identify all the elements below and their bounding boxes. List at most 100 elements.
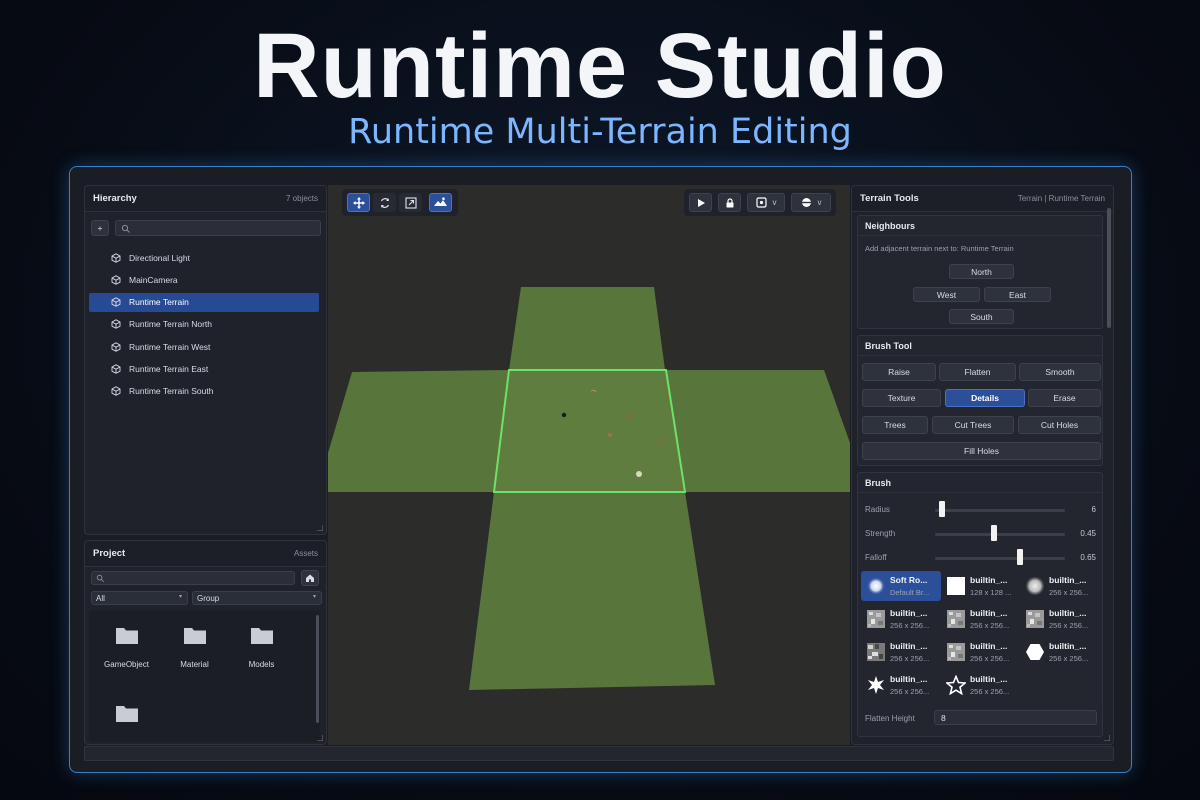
folder-item[interactable]: Models: [224, 625, 299, 669]
falloff-slider[interactable]: [935, 557, 1065, 560]
gameobject-icon: [111, 275, 121, 285]
group-filter-value: Group: [197, 594, 220, 603]
flatten-height-label: Flatten Height: [865, 714, 915, 723]
brush-noise-icon: [947, 643, 965, 661]
raise-button[interactable]: Raise: [862, 363, 936, 381]
resize-handle-icon[interactable]: [1104, 735, 1110, 741]
shading-icon: [801, 198, 811, 207]
hierarchy-item[interactable]: Runtime Terrain South: [89, 382, 319, 401]
terrain-south[interactable]: [469, 492, 715, 690]
hierarchy-item-label: Runtime Terrain East: [129, 364, 209, 374]
add-west-button[interactable]: West: [913, 287, 980, 302]
hierarchy-item[interactable]: Runtime Terrain North: [89, 315, 319, 334]
hierarchy-item[interactable]: Runtime Terrain: [89, 292, 319, 312]
brush-star-burst-icon: [868, 676, 884, 694]
hierarchy-item[interactable]: Directional Light: [89, 248, 319, 267]
erase-button[interactable]: Erase: [1028, 389, 1101, 407]
flatten-height-input[interactable]: 8: [934, 710, 1097, 725]
brush-item[interactable]: Soft Ro... Default Br...: [861, 571, 941, 601]
folder-item[interactable]: [89, 703, 164, 738]
play-button[interactable]: [689, 193, 712, 212]
terrain-east[interactable]: [666, 370, 850, 492]
hero-subtitle: Runtime Multi-Terrain Editing: [348, 112, 852, 152]
hierarchy-count: 7 objects: [285, 194, 318, 203]
folder-item[interactable]: GameObject: [89, 625, 164, 669]
project-search-input[interactable]: [91, 571, 295, 585]
neighbours-title: Neighbours: [858, 216, 1102, 236]
terrain-tool-button[interactable]: [429, 193, 452, 212]
brush-noise-icon: [1026, 610, 1044, 628]
gameobject-icon: [111, 319, 121, 330]
cut-trees-button[interactable]: Cut Trees: [932, 416, 1014, 434]
folder-item[interactable]: Material: [157, 625, 232, 669]
brush-item[interactable]: builtin_... 256 x 256...: [1020, 571, 1100, 601]
fill-holes-button[interactable]: Fill Holes: [862, 442, 1101, 460]
scene-viewport[interactable]: v v: [328, 185, 850, 745]
cut-holes-button[interactable]: Cut Holes: [1018, 416, 1101, 434]
gameobject-icon: [111, 297, 121, 307]
brush-item[interactable]: builtin_... 256 x 256...: [861, 637, 941, 667]
terrain-west[interactable]: [328, 370, 508, 492]
folder-icon: [115, 706, 138, 722]
project-scrollbar[interactable]: [316, 615, 319, 723]
shading-dropdown[interactable]: v: [791, 193, 831, 212]
brush-fuzzy-icon: [1025, 576, 1045, 596]
brush-size: 256 x 256...: [890, 654, 930, 663]
brush-item[interactable]: builtin_... 256 x 256...: [941, 670, 1021, 700]
home-button[interactable]: [301, 570, 319, 586]
hierarchy-item[interactable]: MainCamera: [89, 270, 319, 289]
trees-button[interactable]: Trees: [862, 416, 928, 434]
radius-slider[interactable]: [935, 509, 1065, 512]
brush-item[interactable]: builtin_... 256 x 256...: [861, 604, 941, 634]
move-tool-button[interactable]: [347, 193, 370, 212]
falloff-slider-thumb[interactable]: [1016, 549, 1023, 565]
play-icon: [697, 198, 705, 207]
brush-item[interactable]: builtin_... 256 x 256...: [1020, 604, 1100, 634]
folder-icon: [183, 628, 206, 644]
terrain-tools-breadcrumb: Terrain | Runtime Terrain: [1017, 194, 1105, 203]
folder-label: Material: [180, 660, 209, 669]
brush-item[interactable]: builtin_... 256 x 256...: [941, 604, 1021, 634]
hierarchy-item[interactable]: Runtime Terrain West: [89, 337, 319, 356]
brush-name: builtin_...: [970, 608, 1008, 618]
brush-tool-title: Brush Tool: [858, 336, 1102, 356]
scale-tool-button[interactable]: [399, 193, 422, 212]
brush-item[interactable]: builtin_... 256 x 256...: [861, 670, 941, 700]
brush-size: 128 x 128 ...: [970, 588, 1012, 597]
rotate-tool-button[interactable]: [373, 193, 396, 212]
brush-item[interactable]: builtin_... 128 x 128 ...: [941, 571, 1021, 601]
brush-name: builtin_...: [890, 641, 928, 651]
add-east-button[interactable]: East: [984, 287, 1051, 302]
project-title: Project: [93, 548, 126, 559]
gizmo-dropdown[interactable]: v: [747, 193, 785, 212]
radius-slider-thumb[interactable]: [938, 501, 945, 517]
brush-name: builtin_...: [890, 608, 928, 618]
add-north-button[interactable]: North: [949, 264, 1014, 279]
lock-button[interactable]: [718, 193, 741, 212]
resize-handle-icon[interactable]: [317, 735, 323, 741]
shading-chevron: v: [817, 198, 822, 207]
project-panel: Project Assets All ▾ Group ▾ GameObject …: [84, 540, 327, 745]
type-filter-select[interactable]: All ▾: [91, 591, 188, 605]
hierarchy-item[interactable]: Runtime Terrain East: [89, 360, 319, 379]
details-button[interactable]: Details: [945, 389, 1025, 407]
move-icon: [352, 196, 365, 209]
terrain-tools-panel: Terrain Tools Terrain | Runtime Terrain …: [851, 185, 1114, 745]
strength-slider-thumb[interactable]: [990, 525, 997, 541]
brush-title: Brush: [858, 473, 1102, 493]
terrain-north[interactable]: [509, 287, 665, 370]
hierarchy-search-input[interactable]: [115, 220, 321, 236]
flatten-button[interactable]: Flatten: [939, 363, 1016, 381]
texture-button[interactable]: Texture: [862, 389, 941, 407]
tools-scrollbar[interactable]: [1107, 208, 1111, 328]
brush-item[interactable]: builtin_... 256 x 256...: [941, 637, 1021, 667]
resize-handle-icon[interactable]: [317, 525, 323, 531]
terrain-scene: [328, 287, 850, 690]
smooth-button[interactable]: Smooth: [1019, 363, 1101, 381]
add-object-button[interactable]: +: [91, 220, 109, 236]
brush-item[interactable]: builtin_... 256 x 256...: [1020, 637, 1100, 667]
add-south-button[interactable]: South: [949, 309, 1014, 324]
strength-slider[interactable]: [935, 533, 1065, 536]
group-filter-select[interactable]: Group ▾: [192, 591, 322, 605]
terrain-center[interactable]: [492, 369, 687, 493]
